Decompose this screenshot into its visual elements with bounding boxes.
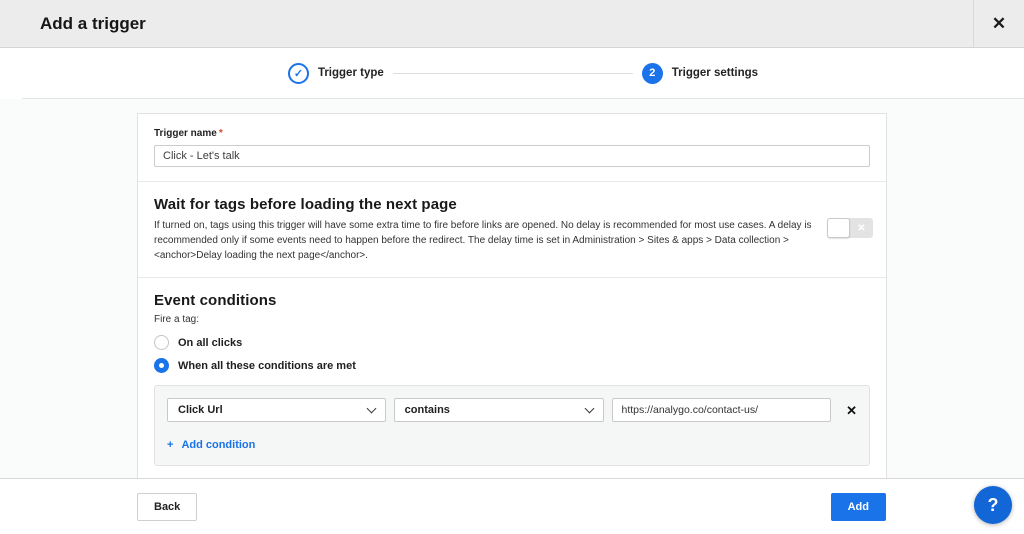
wait-for-tags-heading: Wait for tags before loading the next pa… <box>154 196 870 213</box>
plus-icon: + <box>167 439 173 451</box>
close-button[interactable]: ✕ <box>973 0 1024 47</box>
step-trigger-settings[interactable]: 2 Trigger settings <box>642 63 758 84</box>
close-icon: ✕ <box>992 14 1006 34</box>
condition-row: Click Url contains ✕ <box>167 398 857 422</box>
remove-condition-icon: ✕ <box>846 403 857 418</box>
condition-variable-select[interactable]: Click Url <box>167 398 386 422</box>
dialog-title: Add a trigger <box>0 14 146 34</box>
radio-option-label: When all these conditions are met <box>178 360 356 372</box>
step-trigger-type-label: Trigger type <box>318 67 384 79</box>
condition-variable-value: Click Url <box>178 404 368 416</box>
trigger-name-input[interactable] <box>154 145 870 167</box>
wait-for-tags-toggle[interactable]: ✕ <box>827 218 873 238</box>
dialog-content: Trigger name* Wait for tags before loadi… <box>0 99 1024 478</box>
dialog-header: Add a trigger ✕ <box>0 0 1024 48</box>
radio-option-conditions-met[interactable]: When all these conditions are met <box>154 358 870 373</box>
remove-condition-button[interactable]: ✕ <box>846 404 857 417</box>
required-asterisk: * <box>219 128 223 139</box>
help-button[interactable]: ? <box>974 486 1012 524</box>
radio-unselected-icon <box>154 335 169 350</box>
step-done-check-icon: ✓ <box>288 63 309 84</box>
radio-option-label: On all clicks <box>178 337 242 349</box>
condition-panel: Click Url contains ✕ + Add condition <box>154 385 870 466</box>
step-trigger-type[interactable]: ✓ Trigger type <box>288 63 384 84</box>
back-button[interactable]: Back <box>137 493 197 521</box>
question-mark-icon: ? <box>988 495 999 516</box>
radio-option-on-all-clicks[interactable]: On all clicks <box>154 335 870 350</box>
toggle-knob <box>827 218 850 238</box>
radio-dot <box>159 363 164 368</box>
add-condition-link[interactable]: + Add condition <box>167 439 857 451</box>
radio-selected-icon <box>154 358 169 373</box>
add-condition-label: Add condition <box>181 439 255 451</box>
step-trigger-settings-label: Trigger settings <box>672 67 758 79</box>
add-button[interactable]: Add <box>831 493 886 521</box>
toggle-off-icon: ✕ <box>850 218 873 238</box>
condition-value-input[interactable] <box>612 398 831 422</box>
condition-operator-value: contains <box>405 404 587 416</box>
fire-a-tag-label: Fire a tag: <box>154 314 870 325</box>
condition-operator-select[interactable]: contains <box>394 398 605 422</box>
trigger-name-label: Trigger name* <box>154 128 870 139</box>
step-number-badge: 2 <box>642 63 663 84</box>
trigger-settings-card: Trigger name* Wait for tags before loadi… <box>137 113 887 515</box>
event-conditions-heading: Event conditions <box>154 292 870 309</box>
dialog-footer: Back Add <box>0 478 1024 534</box>
wait-for-tags-section: Wait for tags before loading the next pa… <box>138 181 886 277</box>
stepper-connector-line <box>393 73 633 74</box>
add-trigger-window: Add a trigger ✕ ✓ Trigger type 2 Trigger… <box>0 0 1024 478</box>
wait-for-tags-description: If turned on, tags using this trigger wi… <box>154 218 844 263</box>
trigger-name-section: Trigger name* <box>138 114 886 181</box>
chevron-down-icon <box>585 403 595 413</box>
chevron-down-icon <box>366 403 376 413</box>
wizard-stepper: ✓ Trigger type 2 Trigger settings <box>22 48 1024 99</box>
